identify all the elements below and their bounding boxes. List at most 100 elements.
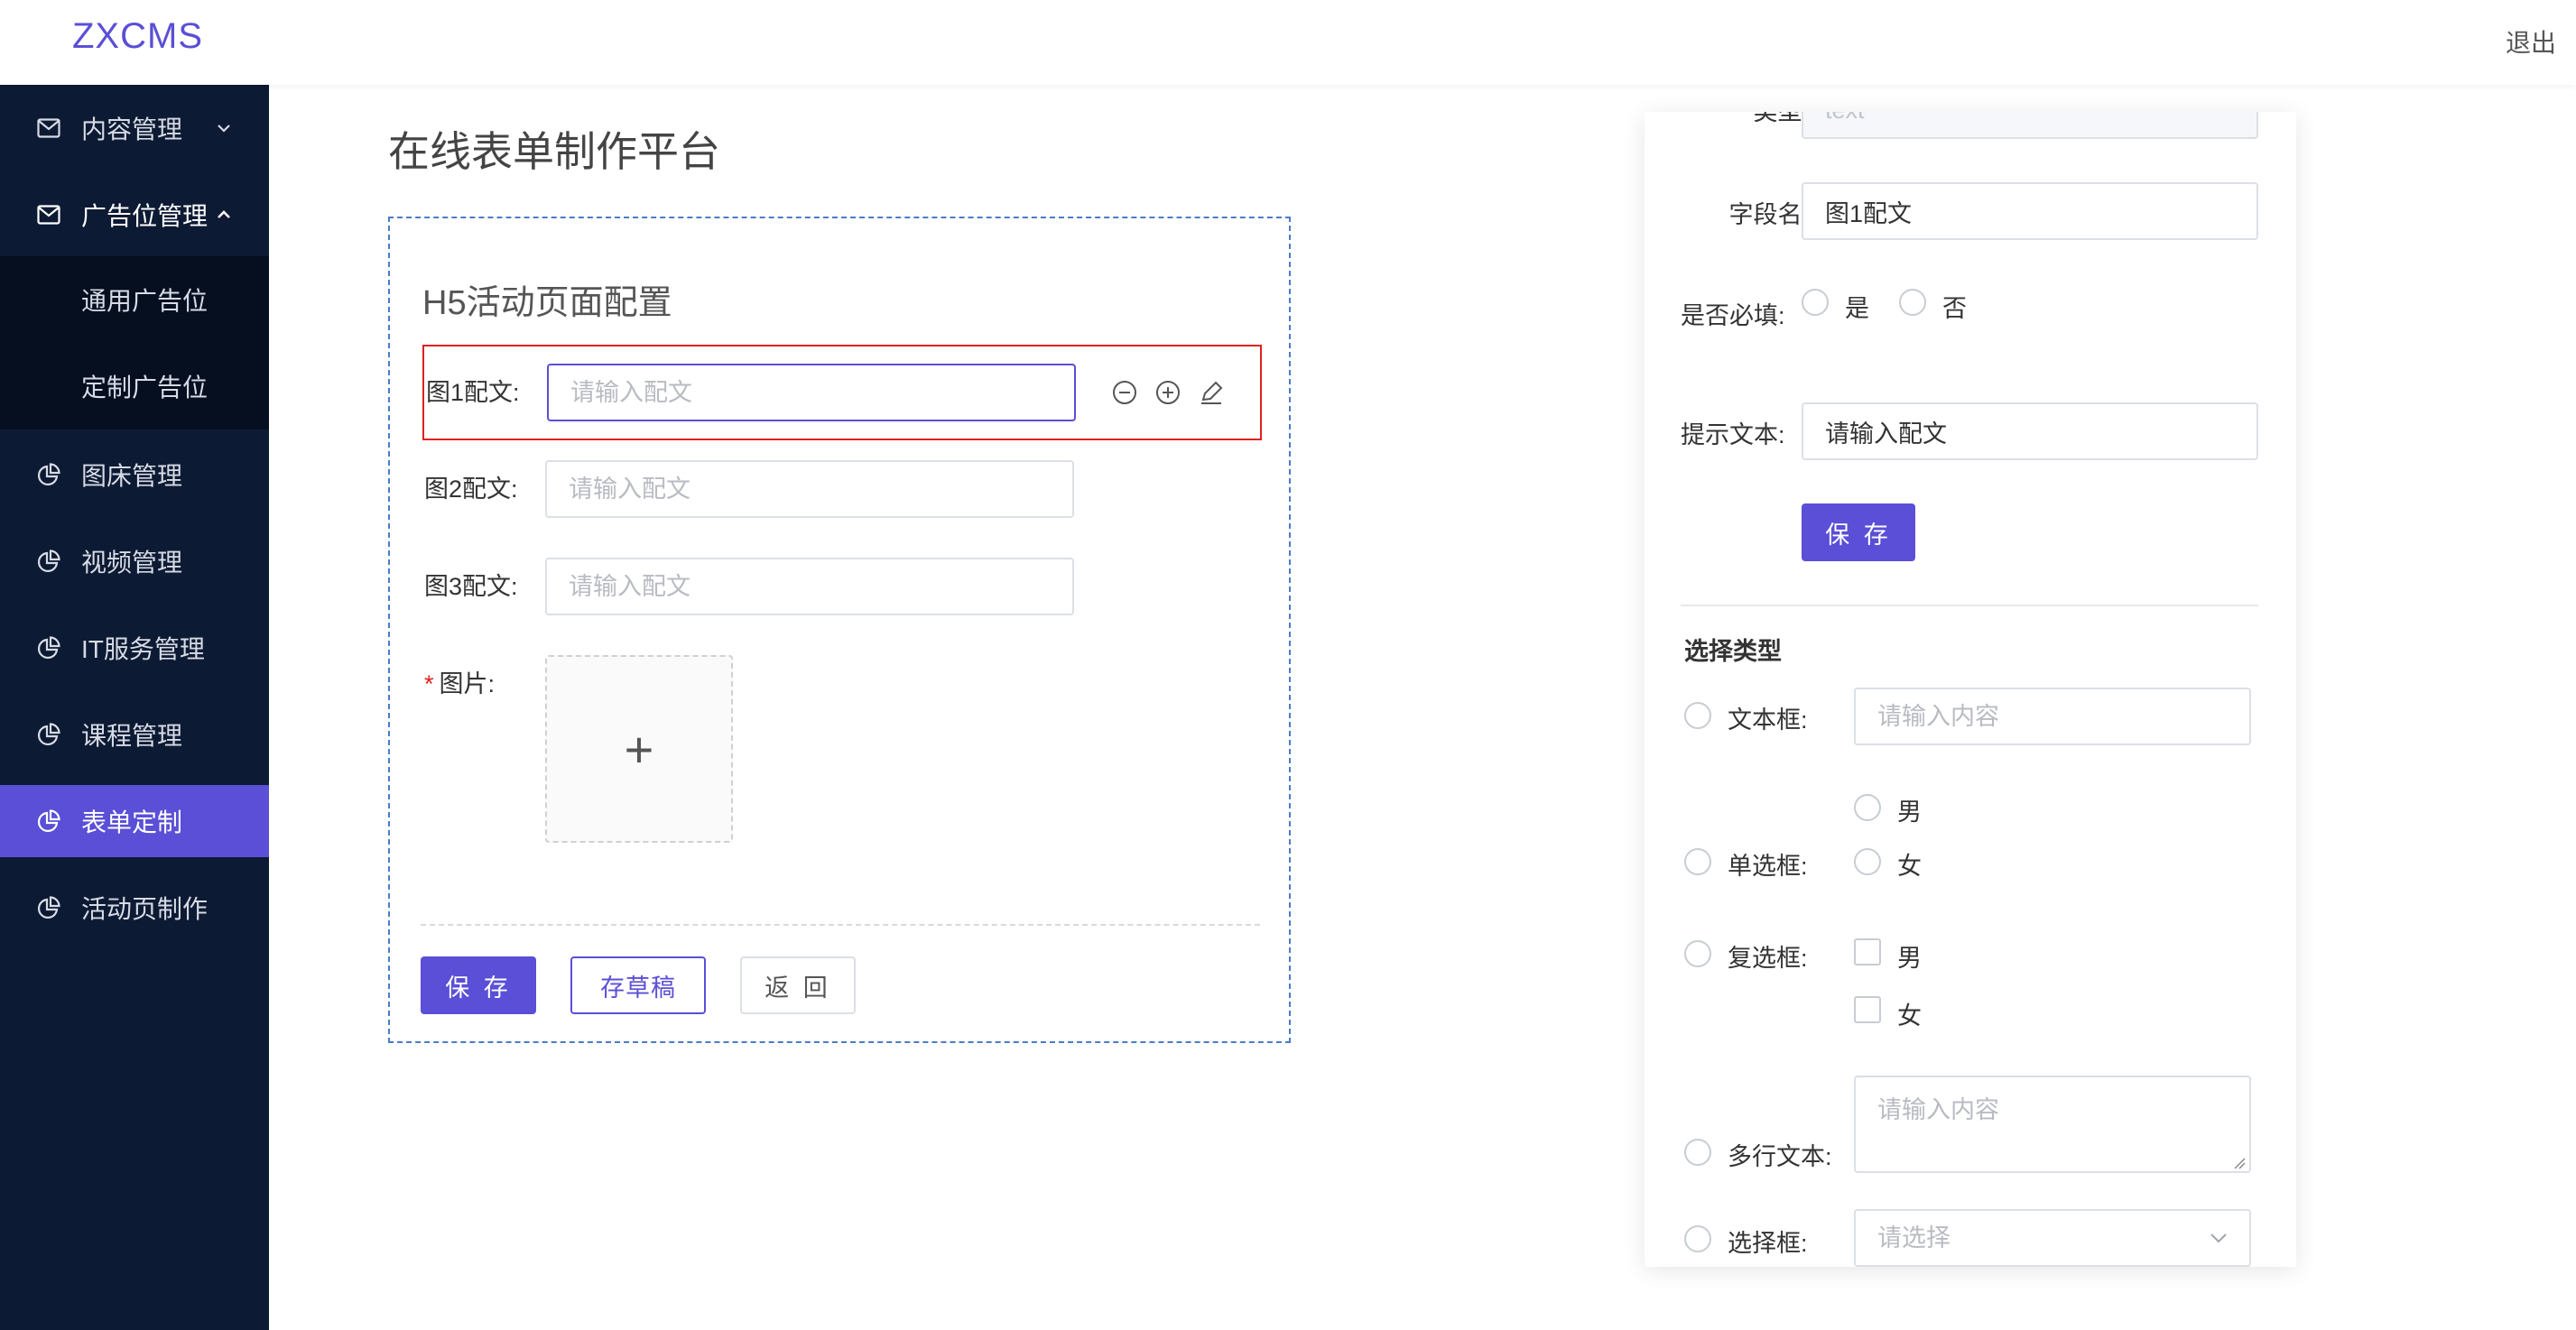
radio-female-option[interactable] <box>1854 848 1881 875</box>
checkbox-female-option[interactable] <box>1854 996 1881 1023</box>
sidebar: 内容管理 广告位管理 通用广告位 定制广告位 图床管理 视频管理 IT服务管理 … <box>0 85 269 1330</box>
mail-icon <box>36 202 61 227</box>
sidebar-item-image-bed[interactable]: 图床管理 <box>0 431 269 518</box>
type-textarea-preview[interactable] <box>1854 1076 2251 1173</box>
sidebar-item-content[interactable]: 内容管理 <box>0 85 269 171</box>
checkbox-male-text: 男 <box>1897 945 1922 972</box>
top-header: ZXCMS 退出 <box>0 0 2576 85</box>
field-label: 图2配文: <box>424 476 518 503</box>
pie-chart-icon <box>36 462 61 487</box>
form-row-image: * 图片: + <box>422 655 1262 845</box>
sidebar-subitem-label: 定制广告位 <box>81 374 208 402</box>
panel-divider <box>1681 605 2258 606</box>
select-type-title: 选择类型 <box>1684 638 1782 665</box>
radio-male-option[interactable] <box>1854 794 1881 821</box>
row-tools <box>1112 380 1224 405</box>
required-label: 是否必填: <box>1681 302 1785 329</box>
sidebar-item-label: 广告位管理 <box>81 202 208 230</box>
form-row-selected[interactable]: 图1配文: <box>422 345 1262 440</box>
type-input[interactable] <box>1802 112 2258 139</box>
required-no-text: 否 <box>1942 295 1967 322</box>
required-yes-text: 是 <box>1845 295 1869 322</box>
sidebar-subitem-general-ads[interactable]: 通用广告位 <box>0 256 269 343</box>
sidebar-subitem-custom-ads[interactable]: 定制广告位 <box>0 343 269 429</box>
form-divider <box>421 924 1260 926</box>
pie-chart-icon <box>36 549 61 574</box>
sidebar-item-label: 内容管理 <box>81 115 183 143</box>
chevron-down-icon <box>2210 1233 2227 1243</box>
type-radio-label: 单选框: <box>1728 853 1808 880</box>
type-textarea-label: 多行文本: <box>1728 1143 1832 1170</box>
pie-chart-icon <box>36 895 61 920</box>
radio-female-text: 女 <box>1897 853 1922 880</box>
type-text-label: 文本框: <box>1728 707 1808 734</box>
sidebar-item-ads[interactable]: 广告位管理 <box>0 171 269 258</box>
type-radio-radio[interactable] <box>1684 848 1711 875</box>
sidebar-item-label: 活动页制作 <box>81 895 208 923</box>
pie-chart-icon <box>36 635 61 660</box>
save-draft-button[interactable]: 存草稿 <box>570 956 706 1014</box>
page-title: 在线表单制作平台 <box>388 128 720 175</box>
required-no-radio[interactable] <box>1899 289 1926 316</box>
form-row: 图2配文: <box>422 460 1262 518</box>
type-select-preview[interactable]: 请选择 <box>1854 1209 2251 1267</box>
sidebar-item-label: IT服务管理 <box>81 635 205 663</box>
form-row: 图3配文: <box>422 558 1262 615</box>
type-label: 类型: <box>1753 112 1809 125</box>
plus-icon: + <box>624 720 654 778</box>
field-label: 图3配文: <box>424 573 518 600</box>
logout-link[interactable]: 退出 <box>2506 23 2556 60</box>
type-text-preview-input[interactable] <box>1854 688 2251 745</box>
back-button[interactable]: 返 回 <box>740 956 856 1014</box>
ads-submenu: 通用广告位 定制广告位 <box>0 256 269 429</box>
image-upload-box[interactable]: + <box>545 655 733 843</box>
sidebar-subitem-label: 通用广告位 <box>81 287 208 315</box>
remove-circle-icon[interactable] <box>1112 380 1137 405</box>
hint-text-label: 提示文本: <box>1681 421 1785 448</box>
type-textarea-radio[interactable] <box>1684 1139 1711 1166</box>
type-checkbox-label: 复选框: <box>1728 945 1808 972</box>
mail-icon <box>36 115 61 141</box>
type-text-radio[interactable] <box>1684 702 1711 729</box>
sidebar-item-video[interactable]: 视频管理 <box>0 518 269 605</box>
sidebar-item-label: 表单定制 <box>81 808 183 836</box>
panel-save-button[interactable]: 保 存 <box>1802 503 1915 561</box>
select-placeholder: 请选择 <box>1877 1224 1951 1251</box>
checkbox-male-option[interactable] <box>1854 938 1881 965</box>
form-title: H5活动页面配置 <box>422 284 672 322</box>
caption-3-input[interactable] <box>545 558 1074 615</box>
sidebar-item-it-service[interactable]: IT服务管理 <box>0 605 269 691</box>
sidebar-item-courses[interactable]: 课程管理 <box>0 691 269 778</box>
save-button[interactable]: 保 存 <box>421 956 536 1014</box>
field-label: 图1配文: <box>426 379 520 406</box>
field-label: * 图片: <box>424 655 495 713</box>
caption-2-input[interactable] <box>545 460 1074 518</box>
required-yes-radio[interactable] <box>1802 289 1829 316</box>
hint-text-input[interactable] <box>1802 402 2258 460</box>
field-properties-panel: 类型: 字段名: 是否必填: 是 否 提示文本: 保 存 选择类型 文本框: 男… <box>1645 112 2296 1267</box>
add-circle-icon[interactable] <box>1155 380 1181 405</box>
sidebar-item-label: 课程管理 <box>81 722 183 750</box>
type-select-radio[interactable] <box>1684 1225 1711 1252</box>
checkbox-female-text: 女 <box>1897 1002 1922 1030</box>
sidebar-item-form-custom[interactable]: 表单定制 <box>0 785 269 857</box>
image-field-label: 图片: <box>439 670 496 697</box>
sidebar-item-label: 视频管理 <box>81 549 183 577</box>
form-designer-canvas: H5活动页面配置 图1配文: 图2配文: 图3配文: *图片: + 保 存 <box>388 217 1291 1043</box>
type-select-label: 选择框: <box>1728 1230 1808 1257</box>
caption-1-input[interactable] <box>547 364 1076 421</box>
chevron-up-icon <box>217 208 231 222</box>
resize-handle-icon[interactable] <box>2233 1157 2246 1169</box>
pie-chart-icon <box>36 808 61 834</box>
pie-chart-icon <box>36 722 61 747</box>
field-name-label: 字段名: <box>1728 201 1809 228</box>
required-mark: * <box>424 670 434 697</box>
radio-male-text: 男 <box>1897 799 1922 826</box>
field-name-input[interactable] <box>1802 182 2258 240</box>
sidebar-item-activity-page[interactable]: 活动页制作 <box>0 864 269 951</box>
type-checkbox-radio[interactable] <box>1684 940 1711 967</box>
app-logo[interactable]: ZXCMS <box>72 16 203 57</box>
edit-icon[interactable] <box>1199 380 1224 405</box>
sidebar-item-label: 图床管理 <box>81 462 183 490</box>
chevron-down-icon <box>217 121 231 135</box>
